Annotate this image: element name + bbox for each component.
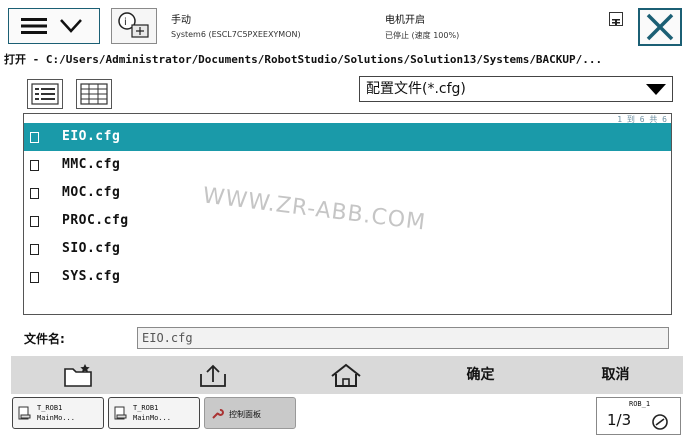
detail-view-button[interactable] <box>76 79 112 109</box>
dropdown-arrow-icon <box>646 84 666 95</box>
motor-state: 电机开启 <box>385 15 425 26</box>
svg-text:i: i <box>124 17 127 28</box>
file-icon <box>30 244 39 255</box>
system-state-icon <box>609 12 623 26</box>
file-name: SYS.cfg <box>62 269 121 284</box>
current-path: 打开 - C:/Users/Administrator/Documents/Ro… <box>4 53 603 66</box>
up-folder-icon <box>200 364 226 387</box>
file-name: MMC.cfg <box>62 157 121 172</box>
ok-button[interactable]: 确定 <box>413 356 548 394</box>
task-subtitle: MainMo... <box>37 414 75 422</box>
top-status-bar: i 手动 System6 (ESCL7C5PXEEXYMON) 电机开启 已停止… <box>0 0 693 50</box>
robot-info-icon: i <box>118 12 149 38</box>
task-title: T_ROB1 <box>133 404 159 412</box>
home-icon <box>331 363 361 387</box>
menu-hamburger-icon <box>21 18 82 34</box>
file-icon <box>30 188 39 199</box>
file-row-sys[interactable]: SYS.cfg <box>24 263 671 291</box>
file-name: PROC.cfg <box>62 213 129 228</box>
task-title: T_ROB1 <box>37 404 63 412</box>
file-name: EIO.cfg <box>62 129 121 144</box>
home-button[interactable] <box>279 356 413 394</box>
file-icon <box>30 272 39 283</box>
file-icon <box>30 216 39 227</box>
file-type-filter-dropdown[interactable]: 配置文件(*.cfg) <box>359 76 673 102</box>
status-info-button[interactable]: i <box>111 8 157 44</box>
operating-mode: 手动 <box>171 15 191 26</box>
new-folder-button[interactable] <box>11 356 145 394</box>
program-editor-icon <box>18 406 31 420</box>
task-program-editor-2[interactable]: T_ROB1 MainMo... <box>108 397 200 429</box>
wrench-icon <box>212 409 224 419</box>
task-program-editor-1[interactable]: T_ROB1 MainMo... <box>12 397 104 429</box>
run-state: 已停止 (速度 100%) <box>385 31 460 40</box>
command-bar: 确定 取消 <box>11 356 683 394</box>
mechanical-unit-label: ROB_1 <box>629 400 651 408</box>
file-row-sio[interactable]: SIO.cfg <box>24 235 671 263</box>
list-view-icon <box>31 83 59 105</box>
task-title: 控制面板 <box>229 410 261 419</box>
file-name: SIO.cfg <box>62 241 121 256</box>
cancel-button[interactable]: 取消 <box>548 356 683 394</box>
task-subtitle: MainMo... <box>133 414 171 422</box>
quickset-button[interactable]: ROB_1 1/3 <box>596 397 681 435</box>
quickset-fraction: 1/3 <box>607 411 632 429</box>
abb-menu-button[interactable] <box>8 8 100 44</box>
detail-view-icon <box>80 83 108 105</box>
file-type-filter-value: 配置文件(*.cfg) <box>366 81 466 97</box>
parent-folder-button[interactable] <box>145 356 279 394</box>
file-icon <box>30 160 39 171</box>
close-icon <box>646 13 674 41</box>
task-control-panel[interactable]: 控制面板 <box>204 397 296 429</box>
file-row-eio[interactable]: EIO.cfg <box>24 123 671 151</box>
file-row-mmc[interactable]: MMC.cfg <box>24 151 671 179</box>
file-icon <box>30 132 39 143</box>
speed-gauge-icon <box>652 414 668 430</box>
list-view-button[interactable] <box>27 79 63 109</box>
filename-label: 文件名: <box>24 332 65 346</box>
filename-input[interactable]: EIO.cfg <box>137 327 669 349</box>
system-name: System6 (ESCL7C5PXEEXYMON) <box>171 30 301 39</box>
taskbar: T_ROB1 MainMo... T_ROB1 MainMo... 控制面板 <box>11 394 683 434</box>
file-name: MOC.cfg <box>62 185 121 200</box>
new-folder-icon <box>64 364 92 387</box>
close-button[interactable] <box>638 8 682 46</box>
program-editor-icon <box>114 406 127 420</box>
